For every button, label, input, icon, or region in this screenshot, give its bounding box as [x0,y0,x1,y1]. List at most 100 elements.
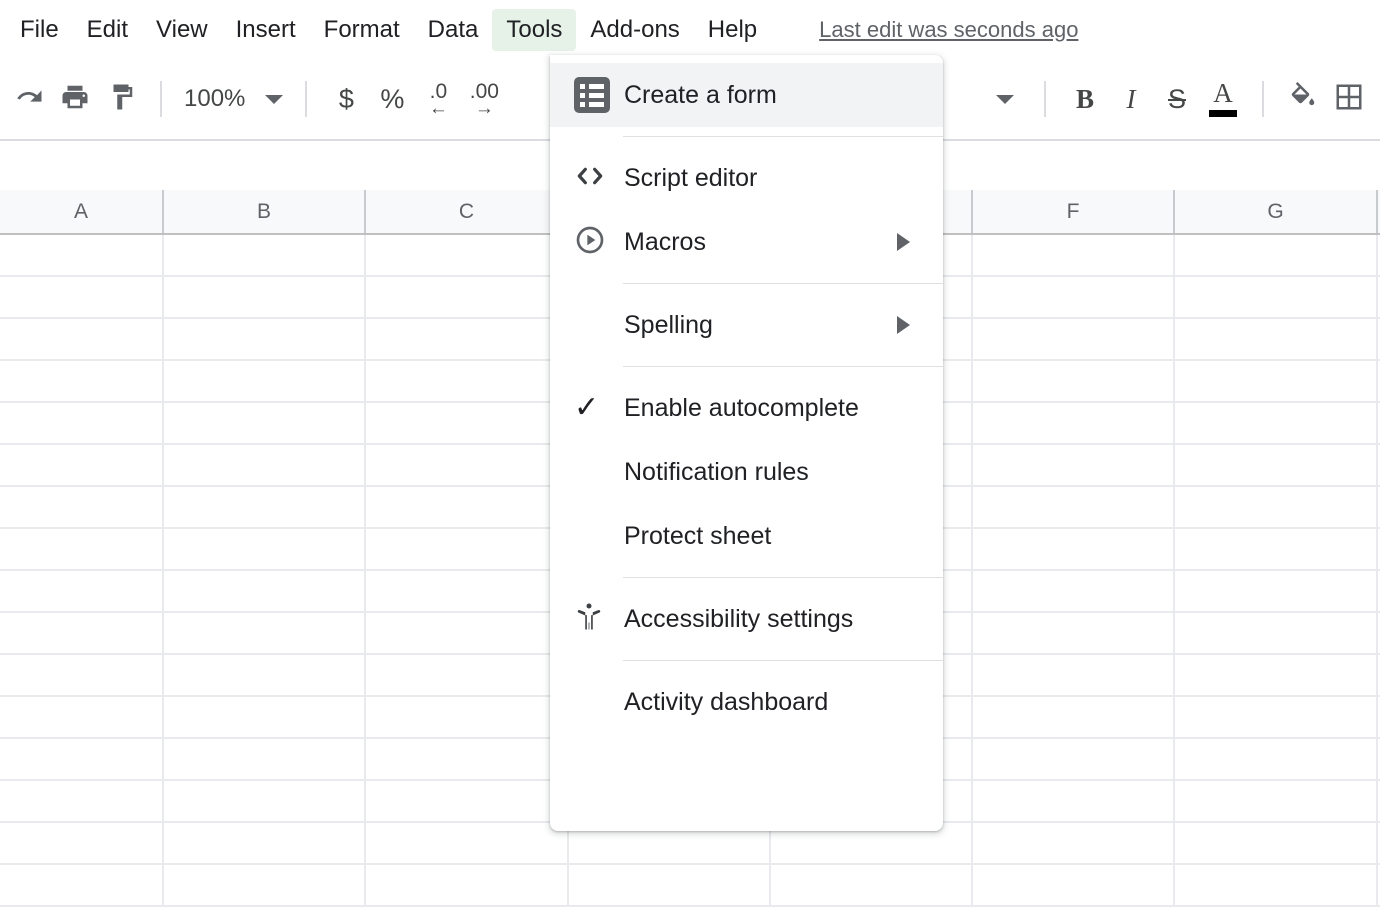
grid-cell-B9[interactable] [164,571,366,611]
grid-cell-G14[interactable] [1175,781,1378,821]
grid-cell-F7[interactable] [973,487,1175,527]
grid-cell-F13[interactable] [973,739,1175,779]
italic-button[interactable]: I [1108,76,1154,122]
grid-cell-G10[interactable] [1175,613,1378,653]
grid-cell-F10[interactable] [973,613,1175,653]
grid-cell-G2[interactable] [1175,277,1378,317]
redo-button[interactable] [6,76,52,122]
grid-cell-A5[interactable] [0,403,164,443]
grid-cell-A12[interactable] [0,697,164,737]
menu-item-script-editor[interactable]: Script editor [550,146,943,210]
grid-cell-C3[interactable] [366,319,569,359]
grid-cell-F3[interactable] [973,319,1175,359]
grid-cell-F12[interactable] [973,697,1175,737]
grid-cell-E16[interactable] [771,865,973,905]
grid-cell-B1[interactable] [164,235,366,275]
grid-cell-B3[interactable] [164,319,366,359]
column-header-C[interactable]: C [366,190,569,233]
grid-cell-F9[interactable] [973,571,1175,611]
font-size-dropdown[interactable] [982,76,1028,122]
grid-cell-B4[interactable] [164,361,366,401]
menu-tools[interactable]: Tools [492,9,576,51]
menu-item-spelling[interactable]: Spelling [550,293,943,357]
grid-cell-G4[interactable] [1175,361,1378,401]
grid-cell-A1[interactable] [0,235,164,275]
column-header-G[interactable]: G [1175,190,1378,233]
grid-cell-G7[interactable] [1175,487,1378,527]
grid-cell-A4[interactable] [0,361,164,401]
grid-cell-F2[interactable] [973,277,1175,317]
grid-cell-B7[interactable] [164,487,366,527]
grid-cell-G3[interactable] [1175,319,1378,359]
grid-cell-C9[interactable] [366,571,569,611]
text-color-button[interactable]: A [1200,76,1246,122]
menu-format[interactable]: Format [310,9,414,51]
grid-cell-C12[interactable] [366,697,569,737]
grid-cell-G12[interactable] [1175,697,1378,737]
grid-cell-G5[interactable] [1175,403,1378,443]
grid-cell-B8[interactable] [164,529,366,569]
grid-cell-B5[interactable] [164,403,366,443]
strikethrough-button[interactable]: S [1154,76,1200,122]
menu-help[interactable]: Help [694,9,771,51]
grid-cell-G16[interactable] [1175,865,1378,905]
grid-cell-C8[interactable] [366,529,569,569]
grid-cell-A2[interactable] [0,277,164,317]
grid-cell-B6[interactable] [164,445,366,485]
grid-cell-B13[interactable] [164,739,366,779]
grid-cell-B12[interactable] [164,697,366,737]
menu-view[interactable]: View [142,9,222,51]
grid-cell-A6[interactable] [0,445,164,485]
grid-cell-G8[interactable] [1175,529,1378,569]
grid-cell-F14[interactable] [973,781,1175,821]
menu-item-create-a-form[interactable]: Create a form [550,63,943,127]
grid-cell-B16[interactable] [164,865,366,905]
menu-item-accessibility-settings[interactable]: Accessibility settings [550,587,943,651]
grid-cell-C4[interactable] [366,361,569,401]
column-header-B[interactable]: B [164,190,366,233]
grid-cell-C14[interactable] [366,781,569,821]
grid-cell-G1[interactable] [1175,235,1378,275]
currency-format-button[interactable]: $ [323,76,369,122]
grid-cell-D16[interactable] [569,865,771,905]
grid-cell-C1[interactable] [366,235,569,275]
grid-cell-B2[interactable] [164,277,366,317]
grid-cell-F5[interactable] [973,403,1175,443]
column-header-A[interactable]: A [0,190,164,233]
grid-cell-C15[interactable] [366,823,569,863]
percent-format-button[interactable]: % [369,76,415,122]
grid-cell-G6[interactable] [1175,445,1378,485]
menu-data[interactable]: Data [414,9,493,51]
menu-item-protect-sheet[interactable]: Protect sheet [550,504,943,568]
menu-add-ons[interactable]: Add-ons [576,9,693,51]
menu-edit[interactable]: Edit [73,9,142,51]
grid-cell-F15[interactable] [973,823,1175,863]
grid-cell-A8[interactable] [0,529,164,569]
borders-button[interactable] [1326,76,1372,122]
grid-cell-A7[interactable] [0,487,164,527]
grid-cell-F16[interactable] [973,865,1175,905]
grid-cell-B15[interactable] [164,823,366,863]
menu-item-notification-rules[interactable]: Notification rules [550,440,943,504]
column-header-F[interactable]: F [973,190,1175,233]
print-button[interactable] [52,76,98,122]
menu-item-activity-dashboard[interactable]: Activity dashboard [550,670,943,734]
grid-cell-G11[interactable] [1175,655,1378,695]
grid-cell-F11[interactable] [973,655,1175,695]
grid-cell-A16[interactable] [0,865,164,905]
grid-cell-B10[interactable] [164,613,366,653]
menu-item-macros[interactable]: Macros [550,210,943,274]
grid-cell-C5[interactable] [366,403,569,443]
grid-cell-C2[interactable] [366,277,569,317]
grid-cell-C13[interactable] [366,739,569,779]
grid-cell-B14[interactable] [164,781,366,821]
menu-item-enable-autocomplete[interactable]: ✓Enable autocomplete [550,376,943,440]
menu-file[interactable]: File [6,9,73,51]
grid-cell-G15[interactable] [1175,823,1378,863]
grid-cell-F4[interactable] [973,361,1175,401]
grid-cell-B11[interactable] [164,655,366,695]
last-edit-status[interactable]: Last edit was seconds ago [819,17,1078,43]
grid-cell-F6[interactable] [973,445,1175,485]
grid-cell-A9[interactable] [0,571,164,611]
grid-cell-C10[interactable] [366,613,569,653]
